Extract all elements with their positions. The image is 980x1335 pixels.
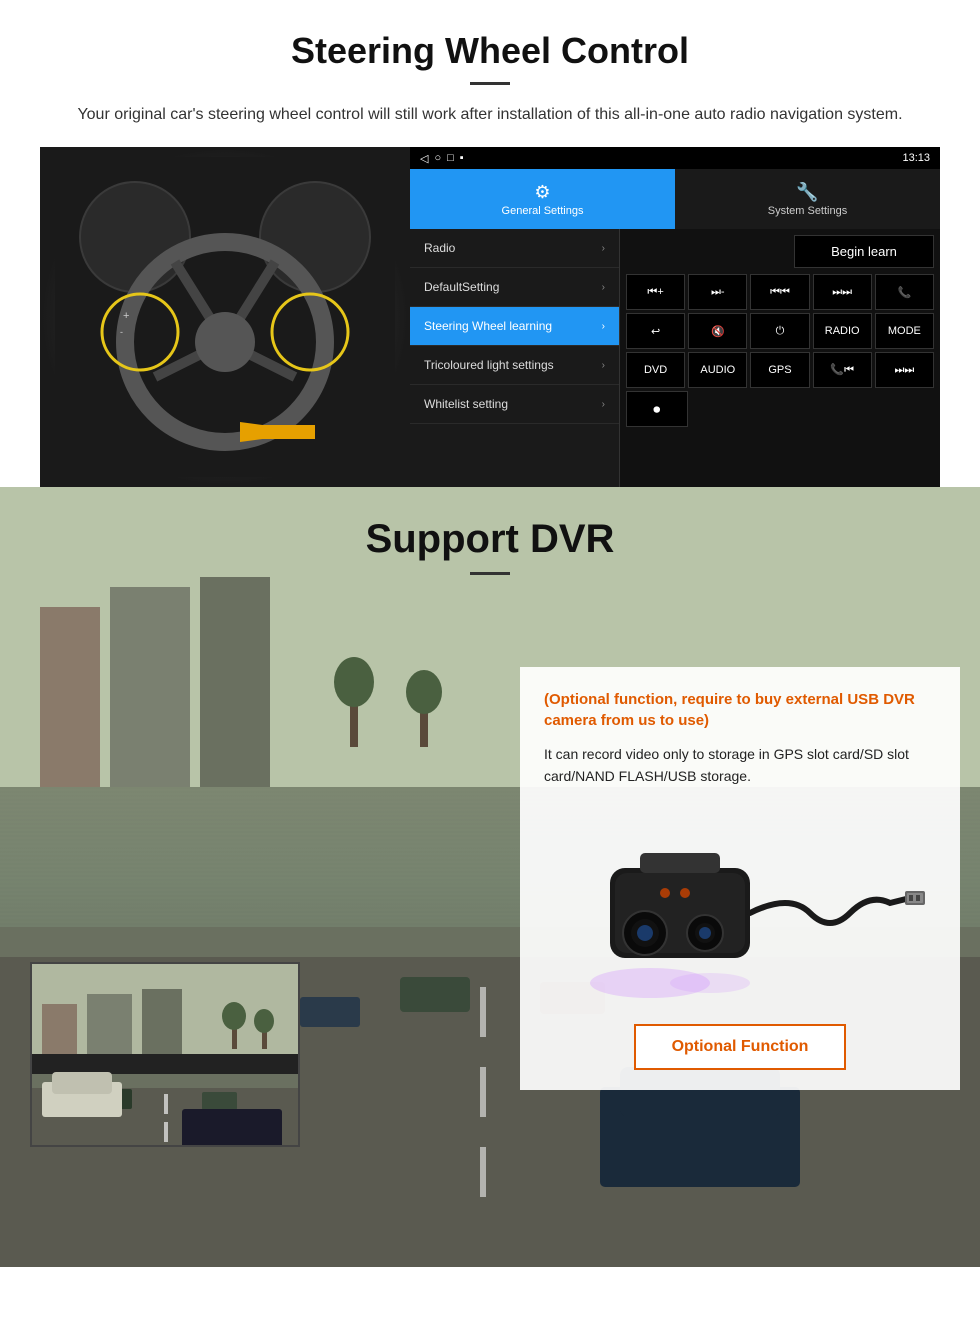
tab-system-settings[interactable]: 🔧 System Settings bbox=[675, 169, 940, 229]
menu-default-arrow: › bbox=[602, 282, 605, 293]
steering-wheel-section: Steering Wheel Control Your original car… bbox=[0, 0, 980, 487]
menu-whitelist-arrow: › bbox=[602, 399, 605, 410]
menu-item-default-setting[interactable]: DefaultSetting › bbox=[410, 268, 619, 307]
menu-item-tricoloured[interactable]: Tricoloured light settings › bbox=[410, 346, 619, 385]
menu-radio-arrow: › bbox=[602, 243, 605, 254]
gps-btn[interactable]: GPS bbox=[750, 352, 809, 388]
begin-learn-button[interactable]: Begin learn bbox=[794, 235, 934, 268]
control-grid-row4: ⏺ bbox=[626, 391, 934, 427]
dvr-section: Support DVR bbox=[0, 487, 980, 1267]
status-time: 13:13 bbox=[902, 152, 930, 164]
menu-default-label: DefaultSetting bbox=[424, 280, 499, 294]
dvr-description-text: It can record video only to storage in G… bbox=[544, 743, 936, 788]
dvr-preview-window bbox=[30, 962, 300, 1147]
dvr-background: Support DVR bbox=[0, 487, 980, 1267]
menu-whitelist-label: Whitelist setting bbox=[424, 397, 508, 411]
radio-btn[interactable]: RADIO bbox=[813, 313, 872, 349]
menu-radio-label: Radio bbox=[424, 241, 455, 255]
skip-next-btn[interactable]: ⏭⏭ bbox=[875, 352, 934, 388]
menu-item-whitelist[interactable]: Whitelist setting › bbox=[410, 385, 619, 424]
menu-steering-label: Steering Wheel learning bbox=[424, 319, 552, 333]
settings-menu-list: Radio › DefaultSetting › Steering Wheel … bbox=[410, 229, 620, 487]
dvr-camera-svg bbox=[550, 813, 930, 1003]
audio-btn[interactable]: AUDIO bbox=[688, 352, 747, 388]
phone-prev-btn[interactable]: 📞⏮ bbox=[813, 352, 872, 388]
subtitle-text: Your original car's steering wheel contr… bbox=[40, 103, 940, 127]
menu-icon[interactable]: ▪ bbox=[460, 152, 464, 165]
dvr-title: Support DVR bbox=[0, 517, 980, 562]
svg-text:-: - bbox=[120, 327, 123, 337]
gear-icon: ⚙ bbox=[534, 182, 550, 203]
control-grid-row2: ↩ 🔇 ⏻ RADIO MODE bbox=[626, 313, 934, 349]
system-settings-label: System Settings bbox=[768, 205, 847, 217]
recents-icon[interactable]: □ bbox=[447, 152, 454, 165]
next-track-btn[interactable]: ⏭⏭ bbox=[813, 274, 872, 310]
menu-content: Radio › DefaultSetting › Steering Wheel … bbox=[410, 229, 940, 487]
back-call-btn[interactable]: ↩ bbox=[626, 313, 685, 349]
dvr-divider bbox=[470, 572, 510, 575]
menu-item-radio[interactable]: Radio › bbox=[410, 229, 619, 268]
steering-wheel-image: + - bbox=[40, 147, 410, 487]
nav-buttons: ◁ ○ □ ▪ bbox=[420, 152, 464, 165]
tab-general-settings[interactable]: ⚙ General Settings bbox=[410, 169, 675, 229]
menu-tricoloured-label: Tricoloured light settings bbox=[424, 358, 554, 372]
steering-control-panel: Begin learn ⏮+ ⏭- ⏮⏮ ⏭⏭ 📞 ↩ 🔇 ⏻ bbox=[620, 229, 940, 487]
settings-tabs: ⚙ General Settings 🔧 System Settings bbox=[410, 169, 940, 229]
menu-item-steering-wheel[interactable]: Steering Wheel learning › bbox=[410, 307, 619, 346]
prev-track-btn[interactable]: ⏮⏮ bbox=[750, 274, 809, 310]
control-grid-row1: ⏮+ ⏭- ⏮⏮ ⏭⏭ 📞 bbox=[626, 274, 934, 310]
dvd-btn[interactable]: DVD bbox=[626, 352, 685, 388]
general-settings-label: General Settings bbox=[502, 205, 584, 217]
vol-up-btn[interactable]: ⏮+ bbox=[626, 274, 685, 310]
svg-text:+: + bbox=[123, 310, 129, 322]
back-icon[interactable]: ◁ bbox=[420, 152, 428, 165]
mute-btn[interactable]: 🔇 bbox=[688, 313, 747, 349]
control-grid-row3: DVD AUDIO GPS 📞⏮ ⏭⏭ bbox=[626, 352, 934, 388]
android-screen-wrapper: + - ◁ ○ □ ▪ 13:13 bbox=[40, 147, 940, 487]
android-ui-panel: ◁ ○ □ ▪ 13:13 ⚙ General Settings 🔧 Syste… bbox=[410, 147, 940, 487]
menu-tricoloured-arrow: › bbox=[602, 360, 605, 371]
begin-learn-row: Begin learn bbox=[626, 235, 934, 268]
home-icon[interactable]: ○ bbox=[434, 152, 441, 165]
steering-bg: + - bbox=[40, 147, 410, 487]
wrench-icon: 🔧 bbox=[796, 182, 818, 203]
vol-down-btn[interactable]: ⏭- bbox=[688, 274, 747, 310]
page-title: Steering Wheel Control bbox=[40, 30, 940, 72]
dvr-optional-text: (Optional function, require to buy exter… bbox=[544, 689, 936, 731]
dvr-info-card: (Optional function, require to buy exter… bbox=[520, 667, 960, 1090]
menu-steering-arrow: › bbox=[602, 321, 605, 332]
dvr-title-area: Support DVR bbox=[0, 487, 980, 595]
steering-wheel-svg: + - bbox=[55, 157, 395, 477]
optional-function-button[interactable]: Optional Function bbox=[634, 1024, 847, 1070]
dvr-preview-svg bbox=[32, 964, 300, 1147]
power-btn[interactable]: ⏻ bbox=[750, 313, 809, 349]
record-btn[interactable]: ⏺ bbox=[626, 391, 688, 427]
android-status-bar: ◁ ○ □ ▪ 13:13 bbox=[410, 147, 940, 169]
dvr-camera-illustration bbox=[544, 808, 936, 1008]
phone-btn[interactable]: 📞 bbox=[875, 274, 934, 310]
title-divider bbox=[470, 82, 510, 85]
mode-btn[interactable]: MODE bbox=[875, 313, 934, 349]
